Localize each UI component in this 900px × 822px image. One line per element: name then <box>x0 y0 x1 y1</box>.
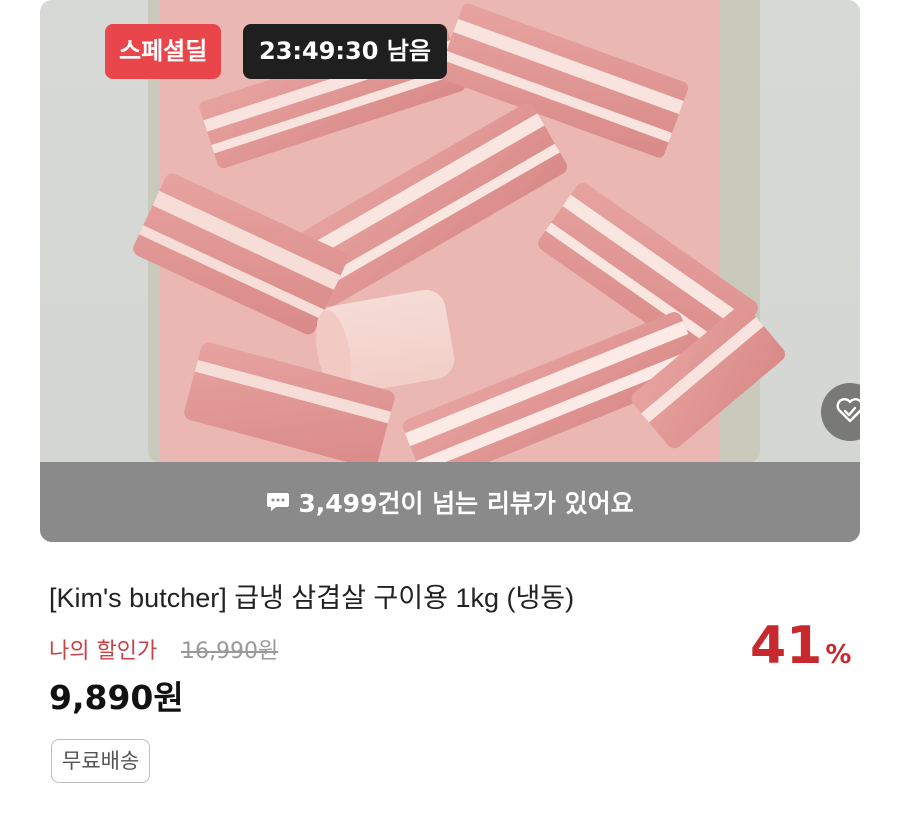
discount-value: 41 <box>750 616 823 676</box>
sale-price: 9,890원 <box>49 678 184 717</box>
review-count-bar[interactable]: 3,499건이 넘는 리뷰가 있어요 <box>40 462 860 542</box>
chat-bubble-icon <box>266 491 290 513</box>
review-count-text: 3,499건이 넘는 리뷰가 있어요 <box>298 489 634 518</box>
my-discount-price-label: 나의 할인가 <box>49 639 158 664</box>
product-image[interactable]: 스페셜딜 23:49:30 남음 <box>40 0 860 542</box>
heart-check-icon <box>835 396 860 428</box>
special-deal-badge: 스페셜딜 <box>105 24 222 79</box>
countdown-timer-badge: 23:49:30 남음 <box>243 24 447 79</box>
free-shipping-tag: 무료배송 <box>51 739 151 783</box>
discount-rate: 41% <box>750 616 851 676</box>
original-price: 16,990원 <box>181 639 279 664</box>
discount-unit: % <box>825 640 852 670</box>
product-title[interactable]: [Kim's butcher] 급냉 삼겹살 구이용 1kg (냉동) <box>49 576 574 615</box>
